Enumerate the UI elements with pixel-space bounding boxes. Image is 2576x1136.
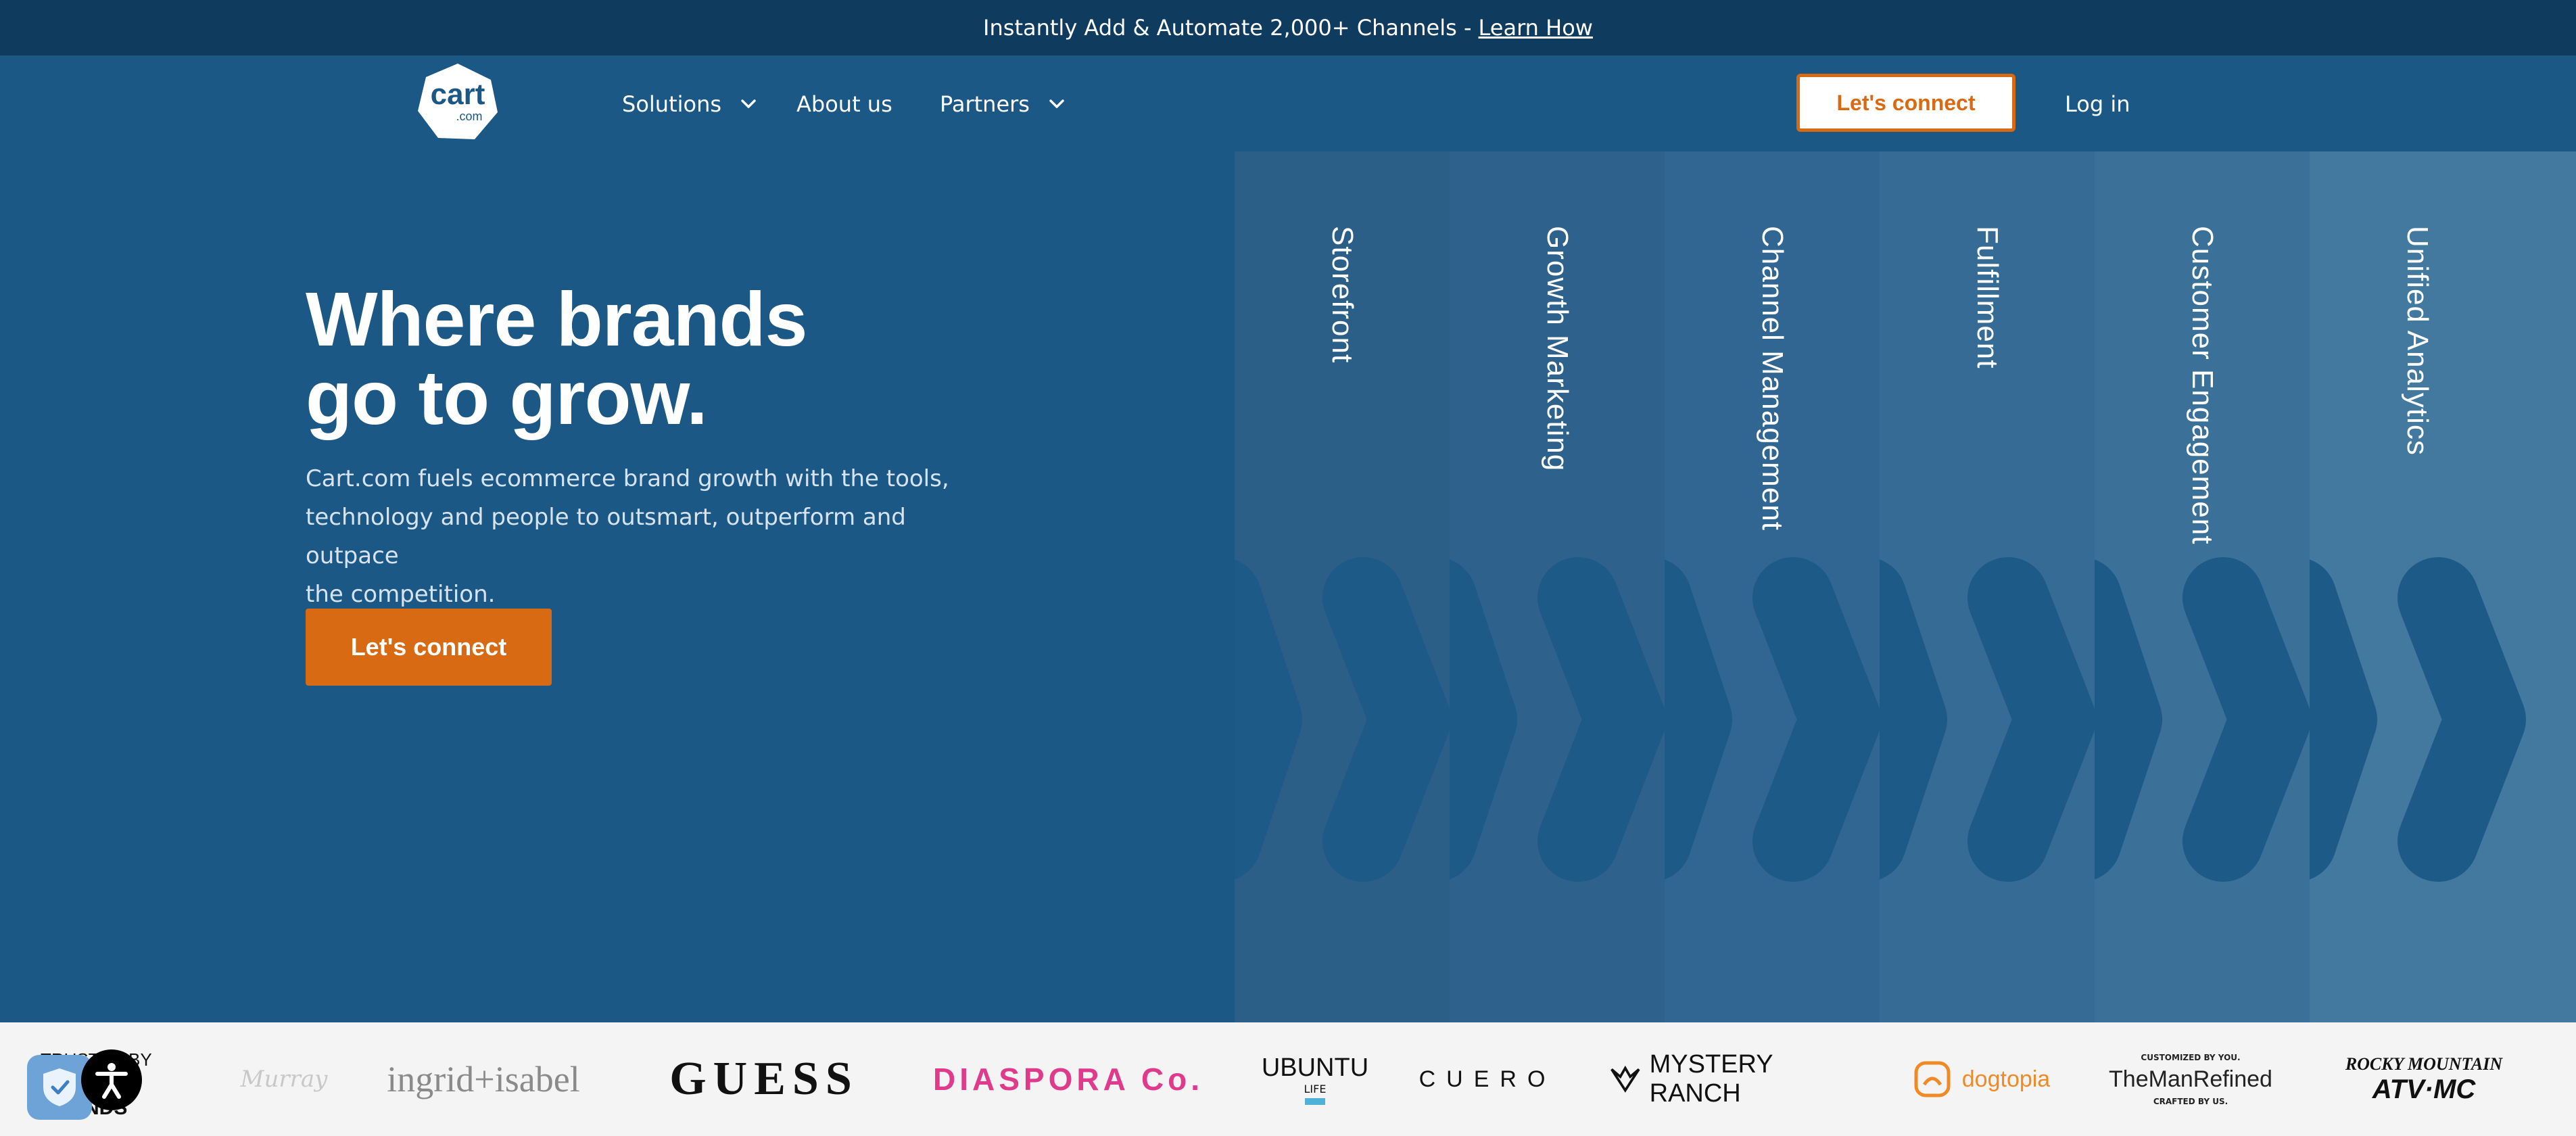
chevron-down-icon [741,99,756,108]
brand-diaspora: DIASPORA Co. [933,1062,1203,1097]
brand-ingrid-isabel: ingrid+isabel [387,1059,580,1099]
hero-title-line1: Where brands [306,277,807,362]
main-nav: cart .com Solutions About us Partners Le… [0,55,2576,151]
nav-partners-label: Partners [940,91,1030,117]
brand-themanrefined: CUSTOMIZED BY YOU. TheManRefined CRAFTED… [2103,1022,2279,1136]
panel-customer-engagement[interactable]: Customer Engagement [2095,151,2310,1022]
cart-logo[interactable]: cart .com [418,64,498,139]
announcement-bar: Instantly Add & Automate 2,000+ Channels… [0,0,2576,55]
nav-partners[interactable]: Partners [940,85,1066,123]
learn-how-link[interactable]: Learn How [1479,15,1593,41]
panel-fulfillment[interactable]: Fulfillment [1880,151,2095,1022]
panel-channel-management[interactable]: Channel Management [1665,151,1880,1022]
brand-cuero: CUERO [1418,1066,1556,1092]
accessibility-icon [95,1063,128,1099]
brand-tmr-name: TheManRefined [2109,1066,2272,1092]
brand-ubuntu-sub: LIFE [1304,1083,1327,1095]
announcement-text: Instantly Add & Automate 2,000+ Channels… [983,15,1472,41]
nav-solutions-label: Solutions [622,91,722,117]
chevron-down-icon [1049,99,1064,108]
panel-label: Fulfillment [1971,226,2004,369]
brand-tmr-top: CUSTOMIZED BY YOU. [2141,1052,2241,1062]
brand-logo-strip: TRUSTED BY OVER BRANDS Murray ingrid+isa… [0,1022,2576,1136]
hero-title: Where brands go to grow. [306,280,982,437]
brand-rm-name: ROCKY MOUNTAIN [2345,1054,2503,1074]
brand-dogtopia-name: dogtopia [1961,1066,2051,1092]
hero-subtitle-line1: Cart.com fuels ecommerce brand growth wi… [306,465,949,492]
panel-label: Storefront [1326,226,1359,364]
nav-about-label: About us [796,91,892,117]
panel-label: Growth Marketing [1541,226,1574,472]
brand-rm-sub: ATV·MC [2372,1074,2476,1104]
nav-connect-button[interactable]: Let's connect [1796,74,2016,132]
brand-mystery-ranch-name: MYSTERY RANCH [1649,1050,1773,1108]
login-link[interactable]: Log in [2065,85,2130,123]
shield-check-icon [43,1068,76,1106]
brand-ubuntu-name: UBUNTU [1261,1054,1369,1082]
panel-label: Unified Analytics [2401,226,2434,456]
nav-solutions[interactable]: Solutions [622,85,758,123]
hero-subtitle: Cart.com fuels ecommerce brand growth wi… [306,460,982,614]
solution-panels: Storefront Growth Marketing Channel Mana… [1235,151,2576,1022]
brand-dogtopia: dogtopia [1900,1022,2062,1136]
brand-murray: Murray [240,1066,328,1093]
logo-subtext: .com [456,110,482,123]
hero-subtitle-line2: technology and people to outsmart, outpe… [306,504,906,569]
panel-label: Channel Management [1756,226,1789,531]
panel-label: Customer Engagement [2186,226,2219,545]
mystery-ranch-logo-icon [1611,1065,1640,1093]
brand-ubuntu: UBUNTU LIFE [1258,1022,1373,1136]
brand-rocky-mountain: ROCKY MOUNTAIN ATV·MC [2326,1022,2522,1136]
panel-unified-analytics[interactable]: Unified Analytics [2310,151,2576,1022]
ubuntu-mark-icon [1305,1098,1325,1105]
panel-storefront[interactable]: Storefront [1235,151,1450,1022]
panel-growth-marketing[interactable]: Growth Marketing [1450,151,1665,1022]
accessibility-button[interactable] [81,1049,142,1110]
logo-text: cart [431,78,485,111]
brand-mystery-ranch: MYSTERY RANCH [1609,1022,1853,1136]
hero-title-line2: go to grow. [306,355,708,440]
nav-about-us[interactable]: About us [796,85,892,123]
hero-connect-button[interactable]: Let's connect [306,609,552,686]
brand-tmr-bottom: CRAFTED BY US. [2153,1096,2228,1106]
dogtopia-logo-icon [1914,1061,1951,1097]
brand-guess: GUESS [669,1053,859,1105]
